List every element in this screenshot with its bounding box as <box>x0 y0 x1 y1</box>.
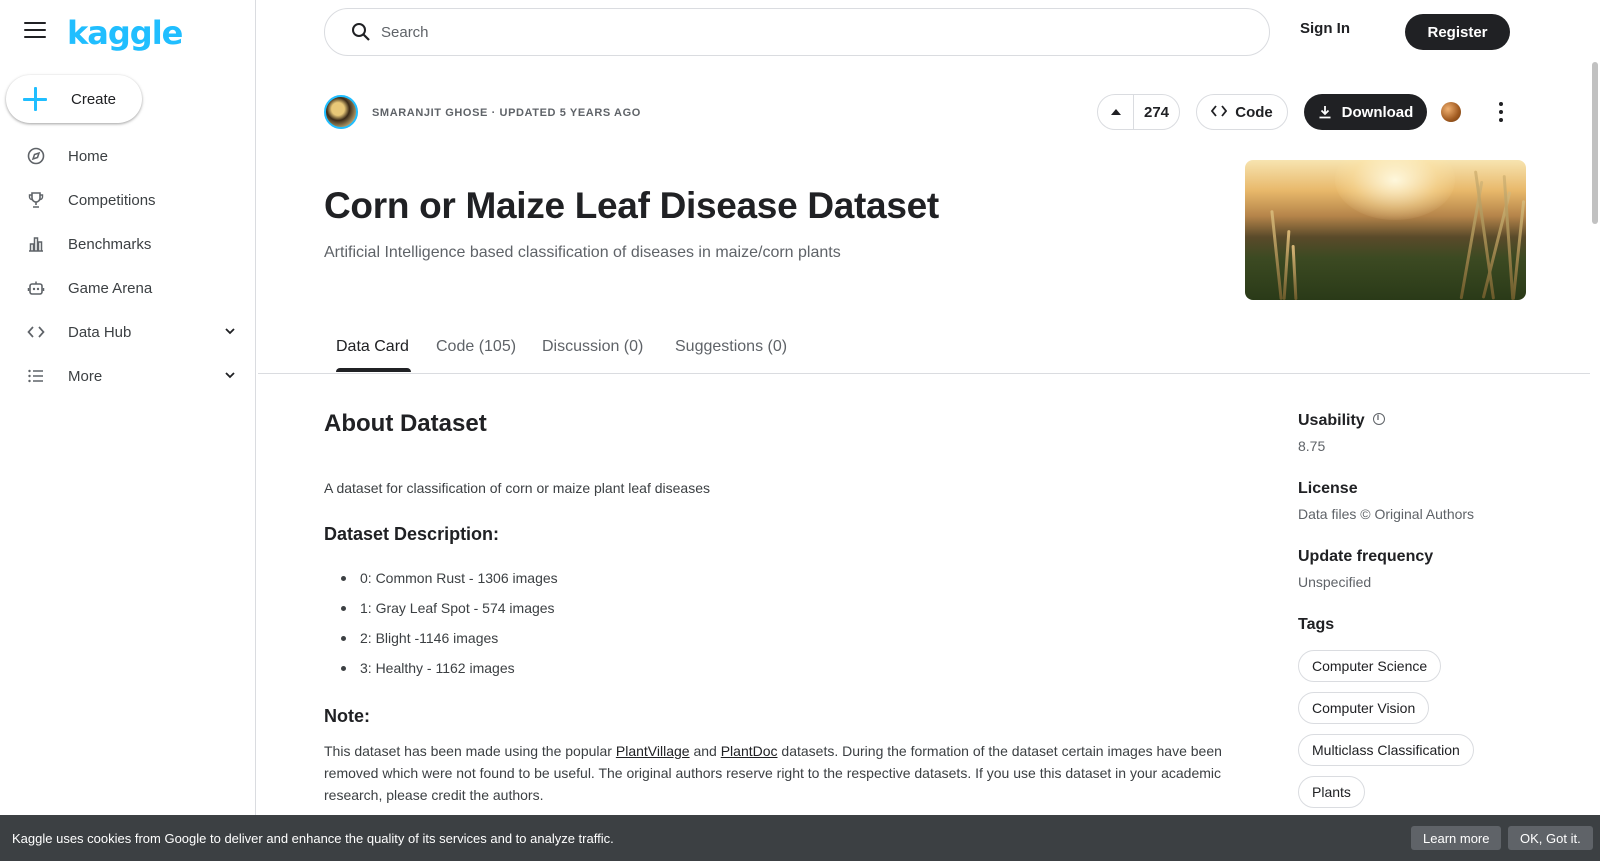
license-label: License <box>1298 480 1358 497</box>
tags-label: Tags <box>1298 616 1335 633</box>
download-button[interactable]: Download <box>1304 94 1427 130</box>
compass-icon <box>26 146 46 166</box>
sidebar-item-label: Home <box>68 147 109 165</box>
license-value: Data files © Original Authors <box>1298 506 1475 522</box>
tag-chip[interactable]: Multiclass Classification <box>1298 734 1474 766</box>
tag-chip[interactable]: Computer Vision <box>1298 692 1430 724</box>
usability-label: Usability <box>1298 412 1365 429</box>
upvote-count: 274 <box>1143 103 1170 121</box>
sidebar-item-label: Game Arena <box>68 279 153 297</box>
download-icon <box>1319 106 1331 119</box>
list-icon <box>26 366 46 386</box>
about-heading: About Dataset <box>324 410 487 437</box>
sidebar-item-label: More <box>68 367 103 385</box>
tag-chip[interactable]: Plants <box>1298 776 1365 808</box>
chevron-down-icon[interactable] <box>224 368 236 386</box>
list-item: 0: Common Rust - 1306 images <box>324 570 558 600</box>
info-icon[interactable] <box>1372 412 1385 425</box>
download-button-label: Download <box>1341 103 1414 121</box>
sidebar-item-benchmarks[interactable]: Benchmarks <box>0 222 256 266</box>
sidebar-item-more[interactable]: More <box>0 354 256 398</box>
code-button[interactable]: Code <box>1196 94 1288 130</box>
search-input[interactable] <box>381 23 1181 41</box>
active-tab-indicator <box>336 368 411 372</box>
robot-icon <box>26 278 46 298</box>
upvote-control: 274 <box>1097 94 1180 130</box>
dataset-description: A dataset for classification of corn or … <box>324 480 710 496</box>
plantdoc-link[interactable]: PlantDoc <box>721 743 778 759</box>
dataset-tabs: Data Card Code (105) Discussion (0) Sugg… <box>258 330 1590 374</box>
note-heading: Note: <box>324 706 370 726</box>
tab-suggestions[interactable]: Suggestions (0) <box>675 338 787 356</box>
sidebar-item-label: Data Hub <box>68 323 132 341</box>
trophy-icon <box>26 190 46 210</box>
search-bar[interactable] <box>324 8 1270 56</box>
sidebar-item-label: Competitions <box>68 191 156 209</box>
description-heading: Dataset Description: <box>324 524 500 544</box>
tags-section: Tags <box>1298 616 1334 634</box>
cookie-banner: Kaggle uses cookies from Google to deliv… <box>0 815 1600 861</box>
tab-data-card[interactable]: Data Card <box>336 338 409 356</box>
tab-discussion[interactable]: Discussion (0) <box>542 338 643 356</box>
code-brackets-icon <box>26 322 46 342</box>
tab-code[interactable]: Code (105) <box>436 338 516 356</box>
chevron-down-icon[interactable] <box>224 324 236 342</box>
sidebar-nav: Home Competitions Benchmarks Game Arena … <box>0 134 256 398</box>
list-item: 3: Healthy - 1162 images <box>324 660 558 690</box>
sidebar-item-label: Benchmarks <box>68 235 152 253</box>
list-item: 1: Gray Leaf Spot - 574 images <box>324 600 558 630</box>
note-text: This dataset has been made using the pop… <box>324 740 1264 806</box>
note-text-part: This dataset has been made using the pop… <box>324 743 616 759</box>
sidebar-item-competitions[interactable]: Competitions <box>0 178 256 222</box>
learn-more-button[interactable]: Learn more <box>1411 826 1502 850</box>
plantvillage-link[interactable]: PlantVillage <box>616 743 690 759</box>
update-frequency-value: Unspecified <box>1298 574 1372 590</box>
more-options-icon[interactable] <box>1497 102 1505 122</box>
sidebar: kaggle Create Home Competitions Benchmar… <box>0 0 256 861</box>
page-title: Corn or Maize Leaf Disease Dataset <box>324 185 939 226</box>
tier-badge-icon <box>1441 102 1461 122</box>
page-scrollbar[interactable] <box>1592 62 1598 224</box>
sidebar-item-home[interactable]: Home <box>0 134 256 178</box>
page-subtitle: Artificial Intelligence based classifica… <box>324 244 841 261</box>
register-button[interactable]: Register <box>1405 14 1510 50</box>
kaggle-logo[interactable]: kaggle <box>67 14 183 52</box>
sidebar-item-game-arena[interactable]: Game Arena <box>0 266 256 310</box>
cookie-text: Kaggle uses cookies from Google to deliv… <box>12 830 614 846</box>
usability-value: 8.75 <box>1298 438 1326 454</box>
dataset-cover-image <box>1245 160 1526 300</box>
sidebar-item-data-hub[interactable]: Data Hub <box>0 310 256 354</box>
upvote-button[interactable] <box>1098 95 1134 129</box>
menu-icon[interactable] <box>24 22 46 40</box>
code-brackets-icon <box>1211 104 1228 120</box>
author-avatar[interactable] <box>324 95 358 129</box>
update-frequency-section: Update frequency Unspecified <box>1298 548 1433 590</box>
update-frequency-label: Update frequency <box>1298 548 1434 565</box>
list-item: 2: Blight -1146 images <box>324 630 558 660</box>
usability-section: Usability 8.75 <box>1298 412 1385 454</box>
tag-chip[interactable]: Computer Science <box>1298 650 1442 682</box>
plus-icon <box>23 87 47 111</box>
note-text-part: and <box>689 743 721 759</box>
sign-in-button[interactable]: Sign In <box>1300 20 1350 37</box>
license-section: License Data files © Original Authors <box>1298 480 1474 522</box>
class-list: 0: Common Rust - 1306 images 1: Gray Lea… <box>324 570 558 690</box>
bar-chart-icon <box>26 234 46 254</box>
code-button-label: Code <box>1235 103 1273 121</box>
author-line: SMARANJIT GHOSE · UPDATED 5 YEARS AGO <box>372 107 641 119</box>
ok-got-it-button[interactable]: OK, Got it. <box>1508 826 1593 850</box>
search-icon <box>351 22 371 42</box>
create-button[interactable]: Create <box>6 75 142 123</box>
create-button-label: Create <box>71 90 117 108</box>
